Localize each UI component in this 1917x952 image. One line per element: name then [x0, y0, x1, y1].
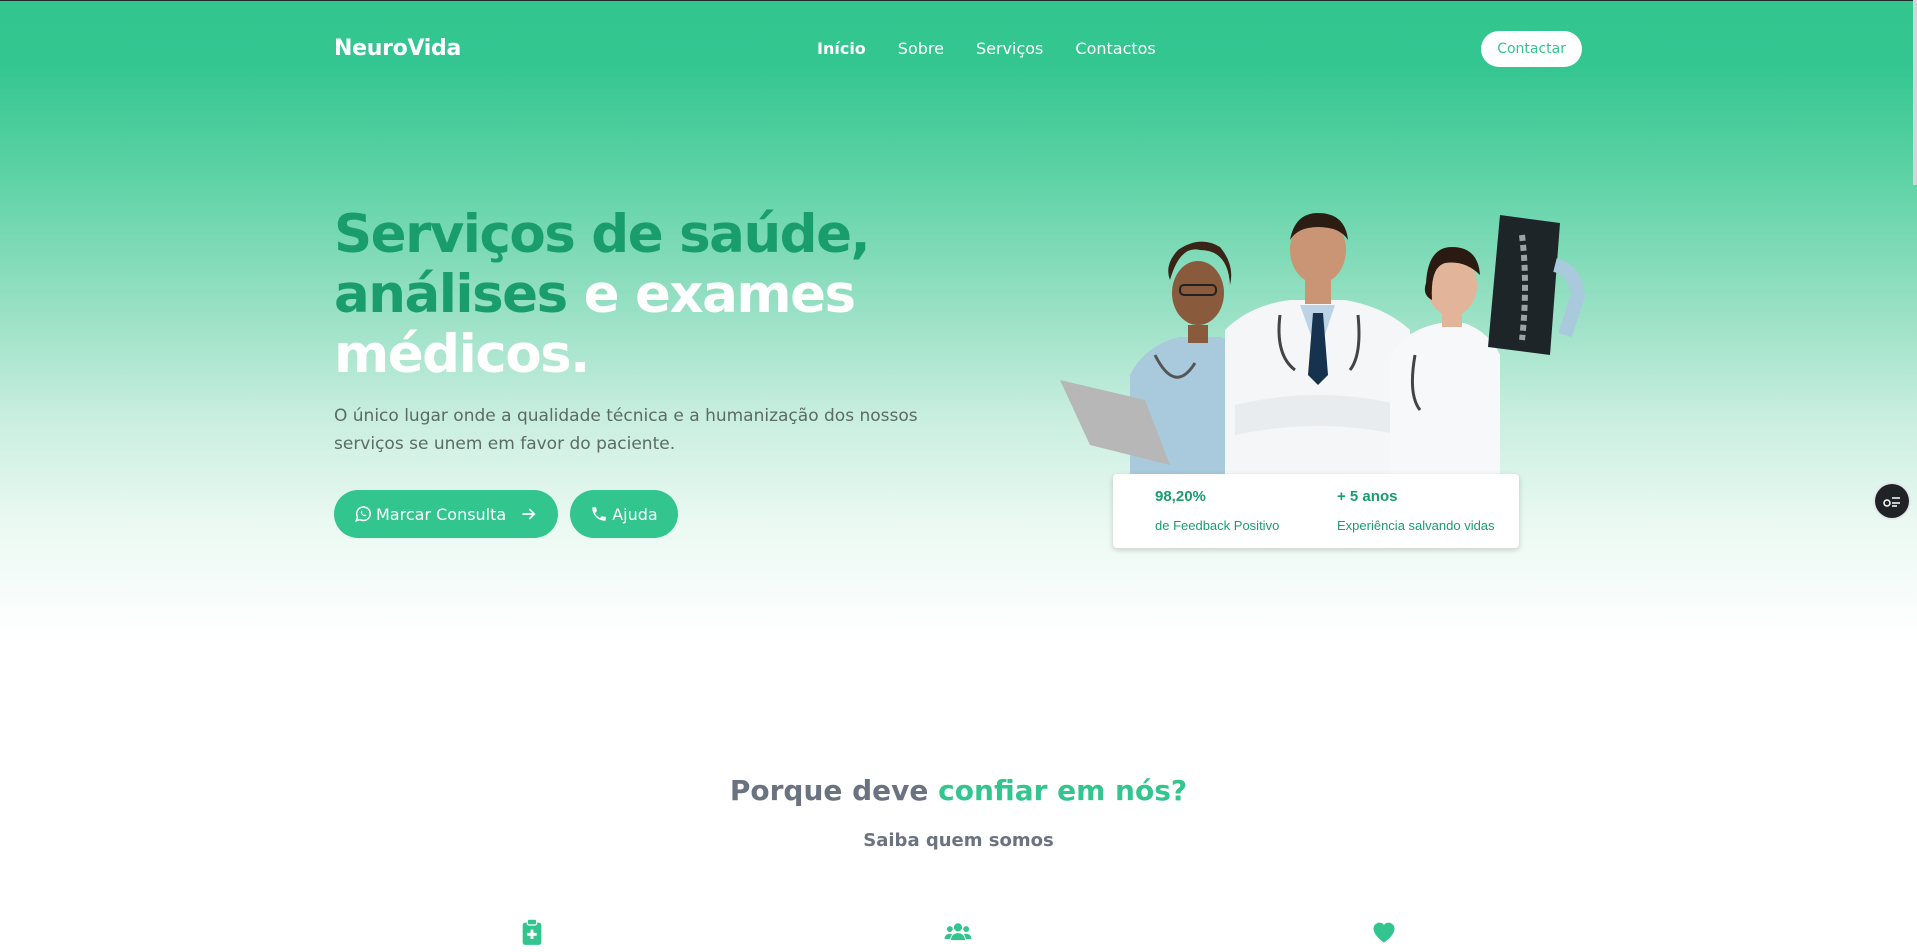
hero-actions: Marcar Consulta Ajuda — [334, 490, 678, 538]
nav-item-sobre[interactable]: Sobre — [898, 39, 944, 58]
main-nav: Início Sobre Serviços Contactos — [817, 39, 1156, 58]
nav-item-contactos[interactable]: Contactos — [1075, 39, 1155, 58]
scrollbar-thumb[interactable] — [1913, 0, 1917, 185]
trust-section-title: Porque deve confiar em nós? — [0, 774, 1917, 807]
stat-feedback-label: de Feedback Positivo — [1155, 518, 1280, 533]
trust-section-subtitle: Saiba quem somos — [863, 830, 1054, 851]
top-navbar: NeuroVida Início Sobre Serviços Contacto… — [334, 30, 1582, 68]
stat-feedback-value: 98,20% — [1155, 488, 1206, 505]
xray-film — [1488, 215, 1585, 355]
hero-background — [0, 0, 1917, 640]
help-label: Ajuda — [612, 504, 658, 524]
stat-feedback: 98,20% de Feedback Positivo — [1155, 488, 1279, 533]
stat-experience-value: + 5 anos — [1337, 488, 1398, 505]
book-appointment-button[interactable]: Marcar Consulta — [334, 490, 559, 538]
trust-title-part1: Porque deve — [729, 774, 939, 807]
brand-logo[interactable]: NeuroVida — [334, 36, 461, 61]
arrow-right-icon — [520, 505, 538, 523]
medical-team-image — [1060, 213, 1585, 475]
contact-button[interactable]: Contactar — [1481, 31, 1582, 67]
book-appointment-label: Marcar Consulta — [376, 504, 507, 524]
doctor-right — [1390, 247, 1500, 475]
clipboard-medical-icon — [522, 918, 542, 945]
doctor-center — [1225, 213, 1410, 475]
stat-experience: + 5 anos Experiência salvando vidas — [1337, 488, 1495, 533]
hero-title: Serviços de saúde, análises e exames méd… — [334, 205, 894, 385]
stats-card: 98,20% de Feedback Positivo + 5 anos Exp… — [1113, 474, 1519, 548]
nav-item-servicos[interactable]: Serviços — [976, 39, 1043, 58]
nav-item-inicio[interactable]: Início — [817, 39, 866, 58]
whatsapp-icon — [354, 505, 372, 523]
phone-icon — [590, 505, 608, 523]
heart-icon — [1373, 922, 1395, 943]
help-button[interactable]: Ajuda — [570, 490, 678, 538]
stat-experience-label: Experiência salvando vidas — [1337, 518, 1495, 533]
trust-title-accent: confiar em nós? — [938, 774, 1188, 807]
users-icon — [944, 923, 972, 941]
accessibility-widget-button[interactable] — [1875, 484, 1909, 518]
settings-toggle-icon — [1883, 497, 1900, 507]
hero-subtitle: O único lugar onde a qualidade técnica e… — [334, 406, 918, 454]
